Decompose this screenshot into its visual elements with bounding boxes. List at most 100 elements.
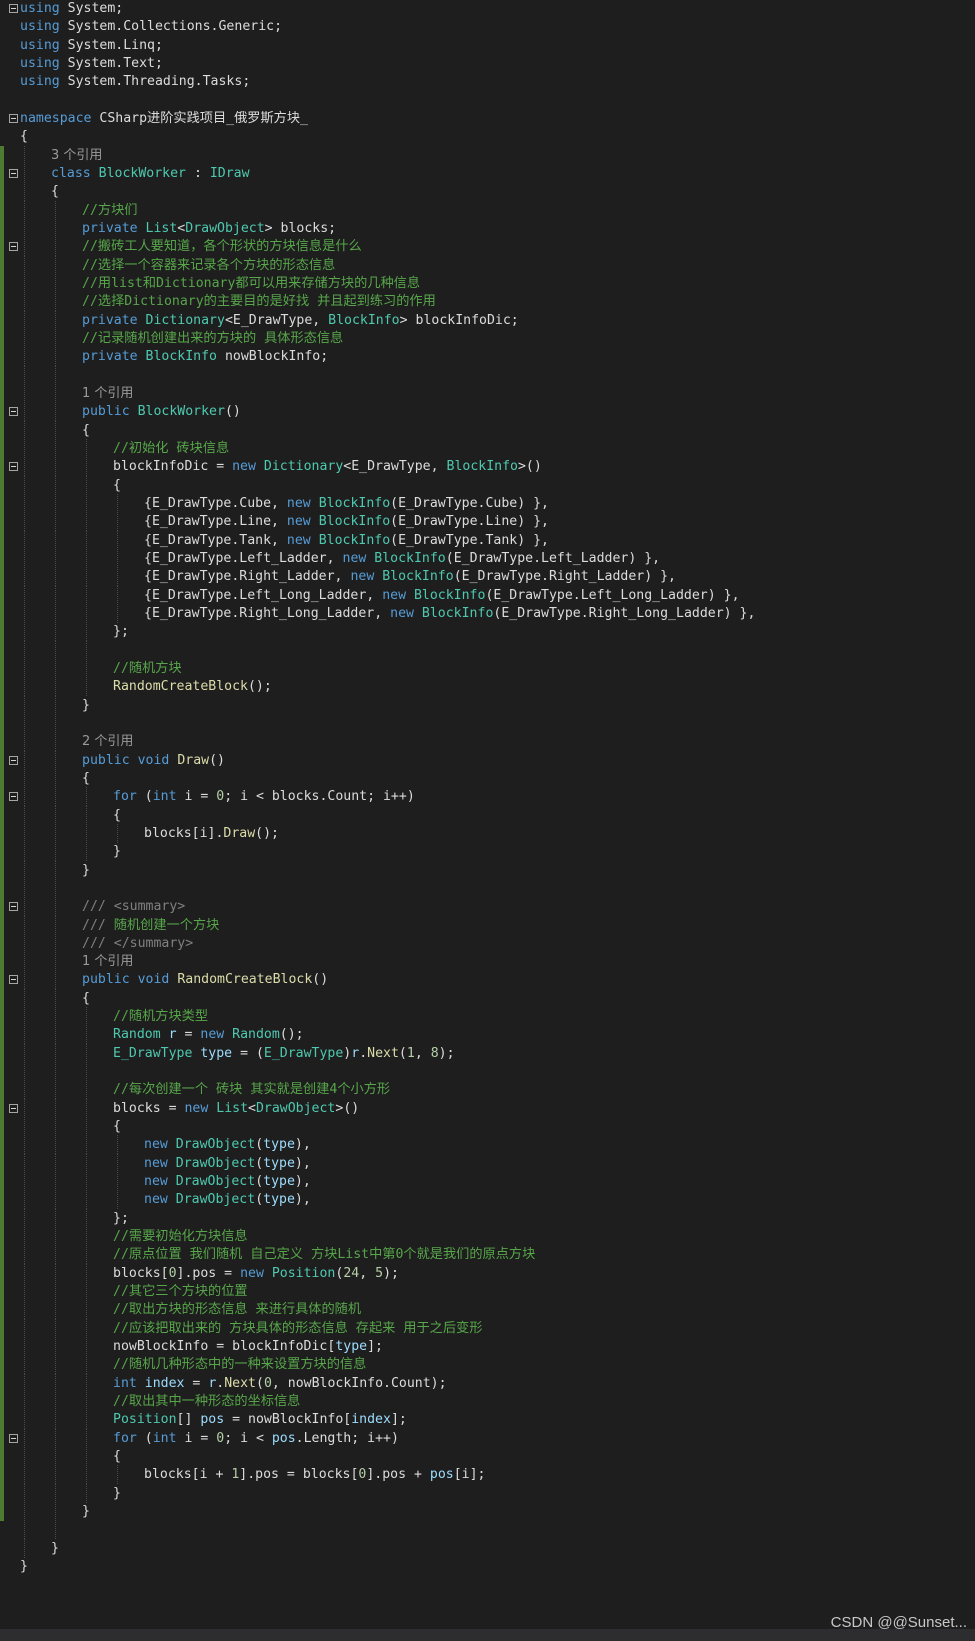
code-line[interactable]: using System.Threading.Tasks;: [0, 72, 975, 91]
code-line[interactable]: public void RandomCreateBlock(): [0, 970, 975, 990]
code-line[interactable]: public BlockWorker(): [0, 402, 975, 422]
code-line[interactable]: /// </summary>: [0, 933, 975, 953]
code-line[interactable]: }: [0, 1502, 975, 1522]
collapse-icon[interactable]: [9, 1433, 18, 1443]
code-line[interactable]: RandomCreateBlock();: [0, 677, 975, 697]
code-line[interactable]: blocks[i].Draw();: [0, 823, 975, 843]
collapse-icon[interactable]: [9, 4, 18, 13]
code-line[interactable]: //选择Dictionary的主要目的是好找 并且起到练习的作用: [0, 292, 975, 312]
code-line[interactable]: /// <summary>: [0, 897, 975, 917]
collapse-icon[interactable]: [9, 1103, 18, 1113]
code-line[interactable]: //应该把取出来的 方块具体的形态信息 存起来 用于之后变形: [0, 1318, 975, 1338]
code-line[interactable]: 3 个引用: [0, 145, 975, 165]
code-line[interactable]: {E_DrawType.Left_Long_Ladder, new BlockI…: [0, 585, 975, 605]
collapse-icon[interactable]: [9, 792, 18, 802]
code-line[interactable]: //初始化 砖块信息: [0, 438, 975, 458]
collapse-icon[interactable]: [9, 407, 18, 417]
code-line[interactable]: Position[] pos = nowBlockInfo[index];: [0, 1410, 975, 1430]
code-line[interactable]: }: [0, 1483, 975, 1503]
code-line[interactable]: /// 随机创建一个方块: [0, 915, 975, 935]
code-line[interactable]: }: [0, 860, 975, 880]
code-line[interactable]: [0, 640, 975, 660]
code-line[interactable]: for (int i = 0; i < blocks.Count; i++): [0, 787, 975, 807]
code-line[interactable]: [0, 713, 975, 733]
code-line[interactable]: int index = r.Next(0, nowBlockInfo.Count…: [0, 1373, 975, 1393]
code-line[interactable]: //方块们: [0, 200, 975, 220]
code-line[interactable]: {: [0, 182, 975, 202]
code-line[interactable]: //原点位置 我们随机 自己定义 方块List中第0个就是我们的原点方块: [0, 1245, 975, 1265]
code-line[interactable]: {E_DrawType.Cube, new BlockInfo(E_DrawTy…: [0, 493, 975, 513]
code-line[interactable]: //需要初始化方块信息: [0, 1227, 975, 1247]
code-line[interactable]: [0, 1520, 975, 1540]
code-line[interactable]: blocks = new List<DrawObject>(): [0, 1098, 975, 1118]
code-line[interactable]: {: [0, 475, 975, 495]
code-line[interactable]: {: [0, 127, 975, 146]
collapse-icon[interactable]: [9, 168, 18, 178]
code-line[interactable]: blocks[i + 1].pos = blocks[0].pos + pos[…: [0, 1465, 975, 1485]
codelens-reference-count[interactable]: 1 个引用: [82, 386, 133, 401]
code-line[interactable]: for (int i = 0; i < pos.Length; i++): [0, 1428, 975, 1448]
code-line[interactable]: new DrawObject(type),: [0, 1172, 975, 1192]
code-line[interactable]: [0, 878, 975, 898]
code-editor[interactable]: using System; using System.Collections.Ge…: [0, 0, 975, 1641]
code-line[interactable]: }: [0, 1538, 975, 1558]
code-line[interactable]: {: [0, 1447, 975, 1467]
horizontal-scrollbar[interactable]: [0, 1629, 975, 1641]
code-line[interactable]: //取出其中一种形态的坐标信息: [0, 1392, 975, 1412]
code-line[interactable]: };: [0, 1208, 975, 1228]
code-line[interactable]: new DrawObject(type),: [0, 1190, 975, 1210]
code-line[interactable]: new DrawObject(type),: [0, 1153, 975, 1173]
collapse-icon[interactable]: [9, 113, 18, 123]
codelens-reference-count[interactable]: 3 个引用: [51, 148, 102, 163]
code-line[interactable]: 1 个引用: [0, 952, 975, 972]
codelens-reference-count[interactable]: 2 个引用: [82, 734, 133, 749]
code-line[interactable]: E_DrawType type = (E_DrawType)r.Next(1, …: [0, 1043, 975, 1063]
code-line[interactable]: using System.Collections.Generic;: [0, 17, 975, 36]
code-line[interactable]: using System.Text;: [0, 54, 975, 73]
code-line[interactable]: private Dictionary<E_DrawType, BlockInfo…: [0, 310, 975, 330]
code-line[interactable]: {E_DrawType.Tank, new BlockInfo(E_DrawTy…: [0, 530, 975, 550]
code-line[interactable]: private BlockInfo nowBlockInfo;: [0, 347, 975, 367]
code-line[interactable]: {: [0, 805, 975, 825]
code-line[interactable]: namespace CSharp进阶实践项目_俄罗斯方块_: [0, 109, 975, 128]
collapse-icon[interactable]: [9, 462, 18, 472]
code-line[interactable]: [0, 1062, 975, 1082]
code-line[interactable]: 1 个引用: [0, 383, 975, 403]
code-line[interactable]: //随机几种形态中的一种来设置方块的信息: [0, 1355, 975, 1375]
code-line[interactable]: [0, 91, 975, 110]
code-line[interactable]: {: [0, 768, 975, 788]
code-line[interactable]: }: [0, 842, 975, 862]
code-line[interactable]: {E_DrawType.Right_Ladder, new BlockInfo(…: [0, 567, 975, 587]
code-line[interactable]: {: [0, 988, 975, 1008]
code-line[interactable]: public void Draw(): [0, 750, 975, 770]
code-line[interactable]: new DrawObject(type),: [0, 1135, 975, 1155]
code-line[interactable]: blocks[0].pos = new Position(24, 5);: [0, 1263, 975, 1283]
collapse-icon[interactable]: [9, 902, 18, 912]
code-line[interactable]: };: [0, 622, 975, 642]
code-line[interactable]: //记录随机创建出来的方块的 具体形态信息: [0, 328, 975, 348]
code-line[interactable]: using System;: [0, 0, 975, 18]
code-line[interactable]: //取出方块的形态信息 来进行具体的随机: [0, 1300, 975, 1320]
code-line[interactable]: //用list和Dictionary都可以用来存储方块的几种信息: [0, 273, 975, 293]
code-line[interactable]: Random r = new Random();: [0, 1025, 975, 1045]
collapse-icon[interactable]: [9, 975, 18, 985]
code-line[interactable]: {E_DrawType.Right_Long_Ladder, new Block…: [0, 603, 975, 623]
code-line[interactable]: }: [0, 1557, 975, 1576]
code-line[interactable]: {E_DrawType.Left_Ladder, new BlockInfo(E…: [0, 548, 975, 568]
code-line[interactable]: }: [0, 695, 975, 715]
code-line[interactable]: [0, 365, 975, 385]
code-line[interactable]: class BlockWorker : IDraw: [0, 163, 975, 183]
code-line[interactable]: using System.Linq;: [0, 36, 975, 55]
collapse-icon[interactable]: [9, 755, 18, 765]
code-line[interactable]: //随机方块类型: [0, 1007, 975, 1027]
code-line[interactable]: //选择一个容器来记录各个方块的形态信息: [0, 255, 975, 275]
collapse-icon[interactable]: [9, 242, 18, 252]
code-line[interactable]: //搬砖工人要知道，各个形状的方块信息是什么: [0, 237, 975, 257]
code-line[interactable]: {E_DrawType.Line, new BlockInfo(E_DrawTy…: [0, 512, 975, 532]
codelens-reference-count[interactable]: 1 个引用: [82, 954, 133, 969]
code-line[interactable]: //随机方块: [0, 658, 975, 678]
code-line[interactable]: blockInfoDic = new Dictionary<E_DrawType…: [0, 457, 975, 477]
code-line[interactable]: {: [0, 420, 975, 440]
code-line[interactable]: //其它三个方块的位置: [0, 1282, 975, 1302]
code-line[interactable]: 2 个引用: [0, 732, 975, 752]
